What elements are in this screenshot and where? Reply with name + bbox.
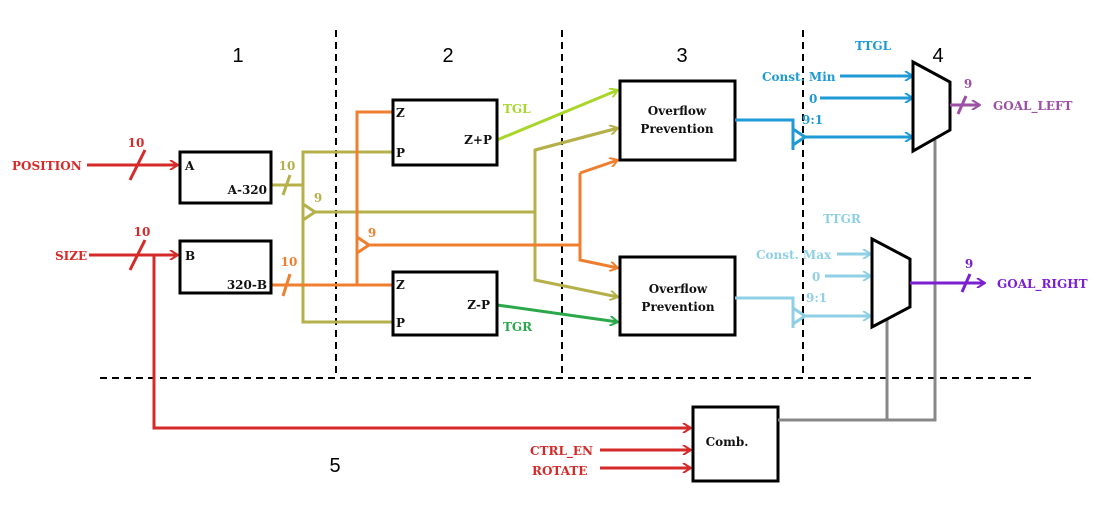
goal-left-wire: [950, 95, 980, 115]
comb-block: Comb.: [691, 405, 780, 483]
svg-text:Z-P: Z-P: [467, 298, 490, 312]
position-width: 10: [128, 136, 145, 150]
goal-left-label: GOAL_LEFT: [993, 99, 1073, 114]
svg-text:Comb.: Comb.: [706, 435, 749, 449]
ttgl-label: TTGL: [855, 39, 892, 53]
ctrl-en-label: CTRL_EN: [530, 444, 593, 459]
b-out-width: 10: [281, 255, 298, 269]
mux-right: [870, 236, 912, 330]
mux-right-9-1-label: 9:1: [806, 291, 827, 305]
svg-text:Z+P: Z+P: [464, 133, 492, 147]
svg-text:P: P: [396, 316, 405, 330]
section-4-label: 4: [932, 45, 943, 67]
section-1-label: 1: [232, 45, 243, 67]
subtractor-block: Z P Z-P: [391, 270, 499, 337]
tgl-label: TGL: [503, 102, 531, 116]
mux-left-wires: [735, 76, 913, 150]
svg-text:Prevention: Prevention: [641, 300, 714, 314]
size-width: 10: [134, 225, 151, 239]
gold-split-width: 9: [314, 191, 322, 205]
sub-b-block: B 320-B: [178, 239, 273, 295]
const-min-label: Const. Min: [762, 70, 836, 84]
overflow-prevention-bottom: Overflow Prevention: [618, 255, 737, 337]
a-out-width: 10: [279, 159, 296, 173]
sub-a-block: A A-320: [178, 150, 273, 205]
goal-right-label: GOAL_RIGHT: [997, 277, 1088, 292]
svg-text:P: P: [396, 146, 405, 160]
overflow-prevention-top: Overflow Prevention: [618, 79, 737, 162]
section-5-label: 5: [329, 455, 340, 477]
section-3-label: 3: [676, 45, 687, 67]
mux-left-9-1-label: 9:1: [802, 113, 823, 127]
svg-text:Overflow: Overflow: [649, 282, 708, 296]
size-label: SIZE: [55, 249, 87, 263]
section-2-label: 2: [442, 45, 453, 67]
position-label: POSITION: [12, 159, 82, 173]
svg-text:A: A: [184, 159, 195, 173]
svg-text:Z: Z: [396, 278, 405, 292]
svg-text:B: B: [185, 249, 195, 263]
ttgr-label: TTGR: [823, 212, 862, 226]
goal-right-wire: [910, 273, 985, 293]
tgr-label: TGR: [503, 320, 533, 334]
adder-block: Z P Z+P: [391, 98, 499, 167]
svg-text:Z: Z: [396, 106, 405, 120]
const-max-label: Const. Max: [756, 248, 832, 262]
goal-left-width: 9: [964, 77, 972, 91]
svg-text:Prevention: Prevention: [640, 122, 713, 136]
svg-text:Overflow: Overflow: [648, 104, 707, 118]
orange-split-width: 9: [368, 226, 376, 240]
mux-left-zero-label: 0: [809, 92, 817, 106]
control-diagram: 1 2 3 4 5 POSITION 10 SIZE 10 CTRL_EN RO…: [12, 30, 1088, 483]
svg-text:A-320: A-320: [227, 183, 267, 197]
mux-left: [911, 59, 952, 154]
goal-right-width: 9: [965, 257, 973, 271]
red-wires: [87, 149, 691, 468]
mux-right-zero-label: 0: [812, 270, 820, 284]
mux-right-wires: [735, 254, 871, 328]
rotate-label: ROTATE: [532, 464, 587, 478]
svg-text:320-B: 320-B: [227, 278, 267, 292]
